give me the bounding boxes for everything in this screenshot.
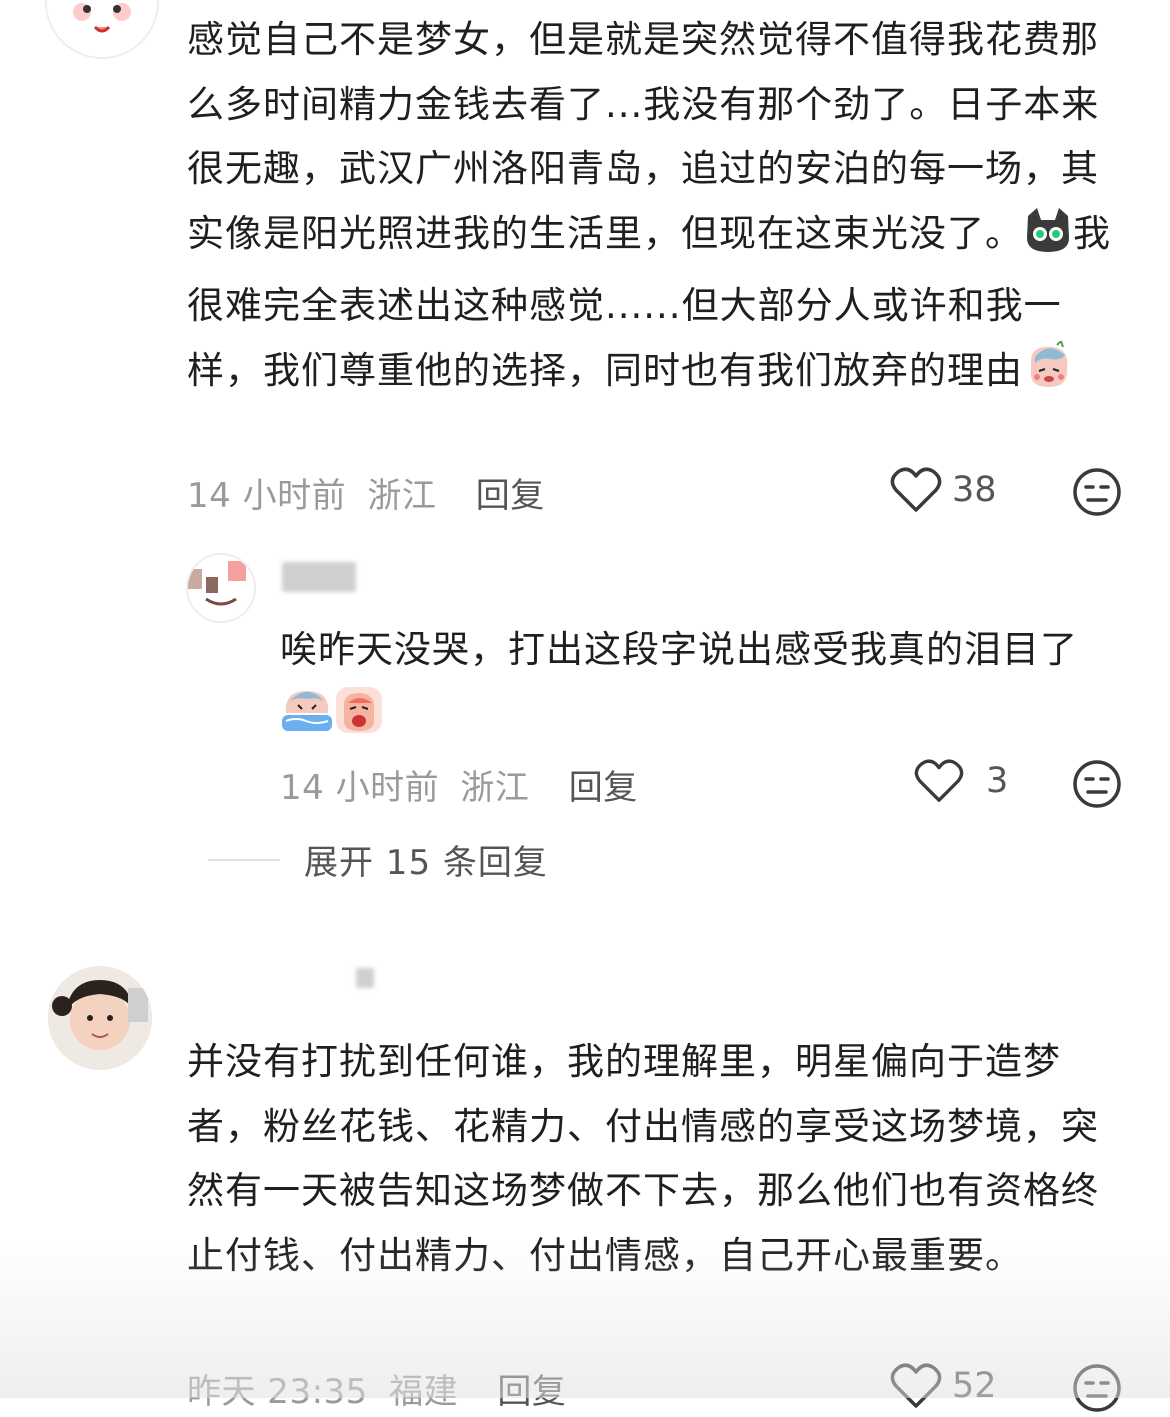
crying-emoji-icon xyxy=(280,685,334,756)
avatar[interactable] xyxy=(48,966,152,1070)
timestamp: 14 小时前 xyxy=(280,768,440,808)
heart-outline-icon xyxy=(890,1363,942,1408)
username-obscured xyxy=(282,562,356,592)
cartoon-avatar-icon xyxy=(188,561,246,606)
reply-button[interactable]: 回复 xyxy=(569,768,638,808)
sobbing-emoji-icon xyxy=(334,685,384,756)
like-button[interactable]: 38 xyxy=(890,466,997,514)
child-photo-avatar-icon xyxy=(48,966,152,1070)
reply-button[interactable]: 回复 xyxy=(497,1372,566,1412)
dislike-button[interactable] xyxy=(1072,759,1122,813)
like-count: 52 xyxy=(952,1366,997,1406)
username-obscured xyxy=(356,968,374,988)
comment-text: 感觉自己不是梦女，但是就是突然觉得不值得我花费那么多时间精力金钱去看了...我没… xyxy=(187,8,1122,411)
reply-meta: 14 小时前 浙江 回复 xyxy=(280,760,638,809)
neutral-face-icon xyxy=(1073,1364,1121,1412)
comment-meta: 14 小时前 浙江 回复 xyxy=(187,468,545,517)
avatar[interactable] xyxy=(45,0,159,59)
timestamp: 昨天 23:35 xyxy=(187,1372,368,1412)
neutral-face-icon xyxy=(1073,760,1121,808)
comment-meta: 昨天 23:35 福建 回复 xyxy=(187,1364,566,1413)
like-count: 38 xyxy=(952,470,997,510)
reply-text: 唉昨天没哭，打出这段字说出感受我真的泪目了 xyxy=(280,618,1100,755)
heart-outline-icon xyxy=(890,467,942,512)
location: 浙江 xyxy=(460,768,530,808)
expand-replies[interactable]: 展开 15 条回复 xyxy=(208,835,548,884)
divider xyxy=(208,858,280,861)
like-button[interactable]: 52 xyxy=(890,1362,997,1410)
location: 福建 xyxy=(389,1372,459,1412)
like-button[interactable]: 3 xyxy=(914,758,1008,804)
like-count: 3 xyxy=(986,761,1009,801)
reply-button[interactable]: 回复 xyxy=(476,476,545,516)
neutral-face-icon xyxy=(1073,468,1121,516)
sad-face-emoji-icon xyxy=(1023,338,1073,412)
cat-avatar-icon xyxy=(47,0,157,57)
dislike-button[interactable] xyxy=(1072,467,1122,521)
heart-outline-icon xyxy=(914,759,964,802)
cat-emoji-icon xyxy=(1023,204,1073,275)
timestamp: 14 小时前 xyxy=(187,476,347,516)
location: 浙江 xyxy=(367,476,437,516)
expand-replies-label: 展开 15 条回复 xyxy=(304,843,548,883)
dislike-button[interactable] xyxy=(1072,1363,1122,1417)
avatar[interactable] xyxy=(186,553,256,623)
comment-text: 并没有打扰到任何谁，我的理解里，明星偏向于造梦者，粉丝花钱、花精力、付出情感的享… xyxy=(187,1040,1099,1277)
